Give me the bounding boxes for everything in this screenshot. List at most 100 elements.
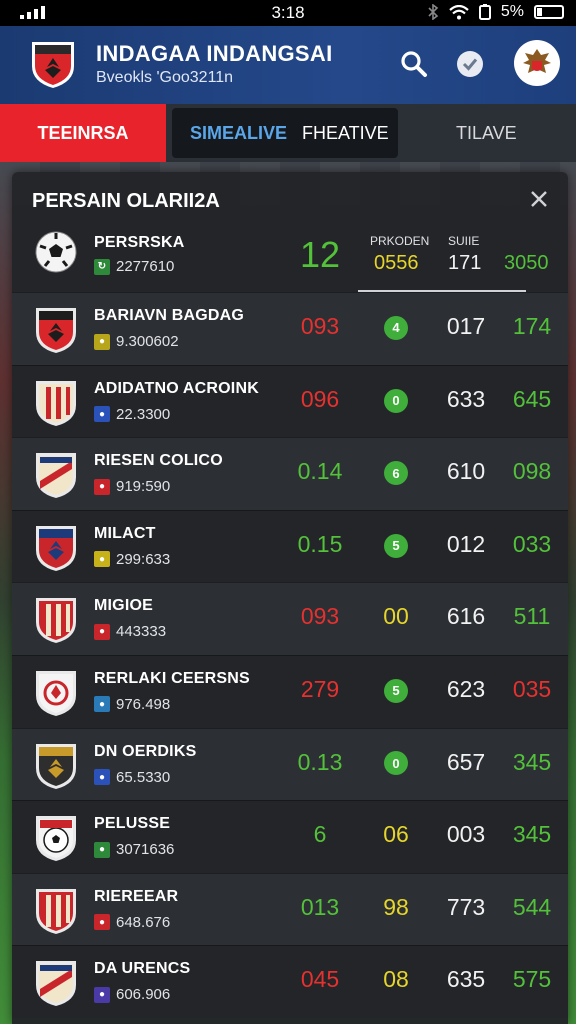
status-badge: 5 [384,533,408,558]
stat-col-3: 610 [446,458,486,485]
tab-primary[interactable]: TEEINRSA [0,104,166,162]
col3-value: 3050 [504,252,549,274]
stat-col-1: 093 [300,313,340,339]
team-sub-value: 9.300602 [116,333,179,350]
team-tag-icon: ● [94,623,110,640]
stat-col-2: 08 [372,966,420,993]
team-sub-value: 22.3300 [116,405,171,423]
col1-label: PRKODEN [370,234,430,248]
team-crest-icon [36,743,76,789]
team-row[interactable]: DA URENCS ● 606.906 045 08 635 575 [12,945,568,1018]
team-tag-icon: ● [94,696,110,713]
app-subtitle: Bveokls 'Goo3211n [96,69,234,86]
stat-col-2: 5 [372,676,420,703]
team-crest-icon [36,816,76,862]
team-tag-icon: ● [94,769,110,786]
stat-col-3: 003 [446,821,486,848]
app-title: INDAGAA INDANGSAI [96,41,333,66]
stat-value: 98 [383,893,409,920]
featured-row[interactable]: PERSRSKA ↻ 2277610 12 PRKODEN 0556 SUIIE… [12,222,568,292]
standings-panel: PERSAIN OLARII2A PERSRSKA ↻ 2277610 12 P… [12,172,568,1024]
team-sub: ● 299:633 [94,551,170,568]
team-crest-icon [36,888,76,934]
status-icons: 5% [427,3,564,21]
team-sub: ● 3071636 [94,841,174,858]
stat-col-2: 0 [372,386,420,413]
stat-value: 00 [383,603,409,630]
stat-col-1: 0.14 [297,458,343,485]
team-crest-icon [36,308,76,353]
check-icon [457,51,483,77]
team-name: DN OERDIKS [94,742,197,760]
stat-col-2: 4 [372,313,420,340]
app-header: INDAGAA INDANGSAI Bveokls 'Goo3211n [0,26,576,104]
team-row[interactable]: RIESEN COLICO ● 919:590 0.14 6 610 098 [12,437,568,510]
team-row[interactable]: MILACT ● 299:633 0.15 5 012 033 [12,509,568,583]
club-crest-logo [32,42,74,88]
team-row[interactable]: RERLAKI CEERSNS ● 976.498 279 5 623 035 [12,654,568,728]
stat-col-2: 5 [372,531,420,558]
tab-reactive[interactable]: FHEATIVE [302,123,389,144]
battery-percent: 5% [500,3,524,20]
team-tag-icon: ● [94,986,110,1003]
team-row[interactable]: PELUSSE ● 3071636 6 06 003 345 [12,800,568,873]
team-crest-icon [36,961,76,1007]
stat-col-1: 013 [300,893,340,920]
stat-col-4: 645 [512,385,552,412]
stat-col-1: 045 [300,966,340,993]
trend-icon: ↻ [94,258,110,275]
featured-sub-value: 2277610 [116,258,175,275]
search-icon [401,51,427,77]
team-name: MILACT [94,524,156,542]
stat-col-4: 575 [512,966,552,993]
stat-col-4: 345 [512,748,552,775]
stat-col-4: 511 [513,603,551,630]
stat-col-1: 096 [300,385,340,412]
team-crest-icon [36,670,76,716]
team-sub: ● 22.3300 [94,406,170,423]
team-sub-value: 3071636 [116,841,175,859]
team-tag-icon: ● [94,841,110,858]
close-button[interactable] [528,188,550,210]
team-crest-icon [36,525,76,571]
sim-icon [478,4,491,20]
bluetooth-icon [428,4,439,20]
team-name: MIGIOE [94,597,153,615]
team-name: PELUSSE [94,815,171,833]
stat-col-3: 623 [446,675,486,702]
team-crest-icon [36,380,76,426]
team-row[interactable]: BARIAVN BAGDAG ● 9.300602 093 4 017 174 [12,292,568,365]
team-sub-value: 606.906 [116,986,171,1004]
team-name: DA URENCS [94,960,191,978]
close-icon [531,191,547,207]
stat-col-3: 012 [446,530,486,557]
team-sub-value: 976.498 [116,695,171,713]
tab-third[interactable]: TILAVE [456,123,517,144]
tab-bar: TEEINRSA SIMEALIVE FHEATIVE TILAVE [0,104,576,162]
team-list: BARIAVN BAGDAG ● 9.300602 093 4 017 174 … [12,292,568,1018]
team-name: RIESEN COLICO [94,452,223,470]
stat-col-3: 657 [446,748,486,775]
team-sub: ● 606.906 [94,986,170,1003]
team-crest-icon [36,598,76,644]
verify-button[interactable] [452,46,488,82]
stat-col-4: 035 [512,675,552,702]
team-name: BARIAVN BAGDAG [94,307,245,324]
team-sub: ● 648.676 [94,914,170,931]
tab-live[interactable]: SIMEALIVE [190,123,287,144]
col2-value: 171 [448,252,482,274]
team-sub: ● 919:590 [94,478,170,495]
team-row[interactable]: ADIDATNO ACROINK ● 22.3300 096 0 633 645 [12,364,568,438]
stat-col-4: 033 [512,530,552,557]
status-badge: 6 [384,461,408,486]
featured-score: 12 [300,234,341,275]
team-row[interactable]: MIGIOE ● 443333 093 00 616 511 [12,582,568,655]
team-row[interactable]: RIEREEAR ● 648.676 013 98 773 544 [12,872,568,946]
team-tag-icon: ● [94,333,110,350]
search-button[interactable] [396,46,432,82]
team-row[interactable]: DN OERDIKS ● 65.5330 0.13 0 657 345 [12,727,568,801]
status-badge: 0 [384,388,408,413]
profile-avatar[interactable] [514,40,560,86]
stat-col-2: 98 [372,894,420,921]
team-sub: ● 65.5330 [94,769,170,786]
